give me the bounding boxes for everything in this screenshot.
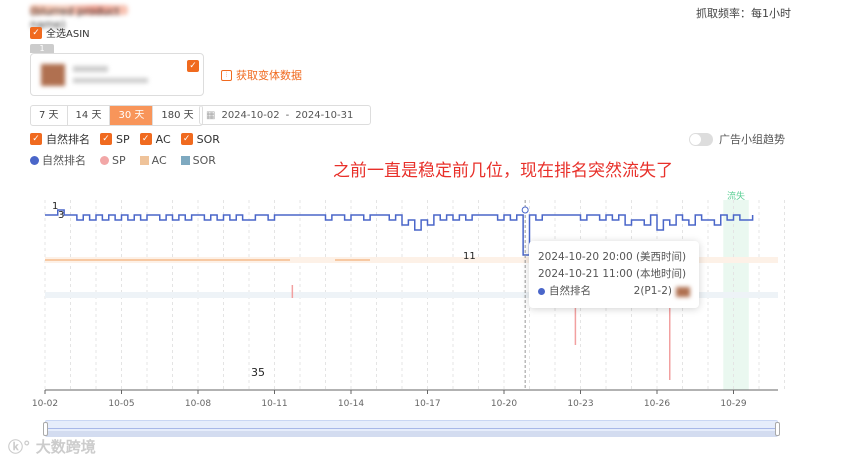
start-rank-label: 3 [58,210,64,221]
tooltip-time-local: 2024-10-21 11:00 (本地时间) [538,268,687,280]
x-tick-label: 10-05 [108,399,134,409]
tooltip-value: 2(P1-2) [633,285,672,297]
zoom-slider[interactable] [43,420,780,437]
chart-tooltip: 2024-10-20 20:00 (美西时间) 2024-10-21 11:00… [529,241,699,308]
x-tick-label: 10-11 [261,399,287,409]
peak-rank-label: 11 [463,251,476,262]
slider-bar[interactable] [46,431,777,437]
x-tick-label: 10-29 [720,399,746,409]
slider-preview [46,423,777,429]
x-tick-label: 10-08 [185,399,211,409]
brand-text: 大数跨境 [35,438,96,456]
slider-handle-right[interactable] [775,422,780,436]
min-rank-label: 35 [251,366,265,379]
tooltip-time-us: 2024-10-20 20:00 (美西时间) [538,251,687,263]
x-tick-label: 10-26 [644,399,670,409]
lost-label: 流失 [727,190,745,202]
tooltip-series: 自然排名 [549,285,591,297]
tooltip-thumbnail [676,286,690,297]
rank-chart[interactable]: 流失13113510-02 10-05 10-08 10-11 10-14 10-17 10… [0,0,853,461]
slider-handle-left[interactable] [43,422,48,436]
x-tick-label: 10-17 [414,399,440,409]
brand-logo-icon: ⓚ° [8,438,31,456]
hover-point [521,206,529,214]
x-tick-label: 10-14 [338,399,364,409]
x-tick-label: 10-02 [32,399,58,409]
x-tick-label: 10-23 [567,399,593,409]
brand-watermark: ⓚ° 大数跨境 [8,436,96,457]
x-tick-label: 10-20 [491,399,517,409]
